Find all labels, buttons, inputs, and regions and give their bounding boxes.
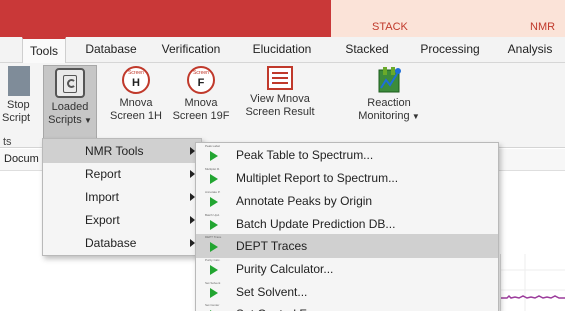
menu-item-export[interactable]: Export bbox=[43, 208, 201, 232]
view-mnova-screen-result-button[interactable]: View Mnova Screen Result bbox=[238, 66, 322, 119]
reaction-label-text: Monitoring bbox=[358, 110, 410, 122]
submenu-item-multiplet-report[interactable]: Multiplet R. Multiplet Report to Spectru… bbox=[196, 166, 498, 190]
tab-processing[interactable]: Processing bbox=[410, 37, 490, 63]
reaction-label-line2: Monitoring ▼ bbox=[350, 110, 428, 123]
mnova-screen-1h-button[interactable]: Screen H Mnova Screen 1H bbox=[108, 66, 164, 123]
screen-1h-icon-text: Screen bbox=[128, 70, 144, 76]
play-script-icon: DEPT Trace bbox=[204, 236, 224, 256]
stop-label-line2: Script bbox=[2, 112, 31, 124]
script-tag: Set Center bbox=[205, 303, 220, 307]
submenu-item-label: Batch Update Prediction DB... bbox=[236, 217, 396, 231]
tab-stacked[interactable]: Stacked bbox=[332, 37, 402, 63]
scroll-icon bbox=[55, 68, 85, 98]
loaded-scripts-menu: NMR Tools Report Import Export Database bbox=[42, 138, 202, 256]
submenu-item-label: DEPT Traces bbox=[236, 239, 308, 253]
play-script-icon: Purity Calc. bbox=[204, 259, 224, 279]
stop-label-line1: Stop bbox=[7, 99, 30, 111]
reaction-label-line1: Reaction bbox=[367, 97, 411, 109]
submenu-item-label: Annotate Peaks by Origin bbox=[236, 194, 373, 208]
submenu-item-set-solvent[interactable]: Set Solvent Set Solvent... bbox=[196, 280, 498, 304]
screen-1h-icon: Screen H bbox=[122, 66, 150, 94]
script-tag: Purity Calc. bbox=[205, 258, 221, 262]
submenu-item-batch-update[interactable]: Batch Upd. Batch Update Prediction DB... bbox=[196, 212, 498, 236]
stop-icon bbox=[8, 66, 30, 96]
menu-item-label: Import bbox=[85, 190, 120, 204]
screen-1h-icon-letter: H bbox=[132, 77, 140, 89]
loaded-scripts-button[interactable]: Loaded Scripts ▼ bbox=[43, 65, 97, 145]
mnova19f-label-line1: Mnova bbox=[184, 97, 218, 109]
tab-elucidation[interactable]: Elucidation bbox=[240, 37, 324, 63]
tab-database[interactable]: Database bbox=[78, 37, 144, 63]
script-tag: Set Solvent bbox=[205, 281, 221, 285]
loaded-label-line2: Scripts ▼ bbox=[44, 114, 96, 127]
mnova19f-label-line2: Screen 19F bbox=[172, 110, 230, 122]
tab-verification[interactable]: Verification bbox=[150, 37, 232, 63]
submenu-item-purity-calculator[interactable]: Purity Calc. Purity Calculator... bbox=[196, 257, 498, 281]
mnova-screen-19f-button[interactable]: Screen F Mnova Screen 19F bbox=[170, 66, 232, 123]
submenu-item-annotate-peaks[interactable]: Annotate P. Annotate Peaks by Origin bbox=[196, 189, 498, 213]
context-group-nmr: NMR bbox=[455, 0, 565, 37]
submenu-item-peak-table[interactable]: Peak Label Peak Table to Spectrum... bbox=[196, 143, 498, 167]
play-script-icon: Multiplet R. bbox=[204, 168, 224, 188]
menu-item-database[interactable]: Database bbox=[43, 231, 201, 255]
dropdown-caret-icon: ▼ bbox=[409, 112, 420, 121]
submenu-item-label: Purity Calculator... bbox=[236, 262, 334, 276]
play-script-icon: Set Solvent bbox=[204, 282, 224, 302]
context-group-stack: STACK bbox=[331, 0, 455, 37]
menu-item-label: Export bbox=[85, 213, 120, 227]
submenu-item-label: Set Solvent... bbox=[236, 285, 308, 299]
script-tag: Peak Label bbox=[205, 144, 221, 148]
play-script-icon: Set Center bbox=[204, 304, 224, 311]
reaction-monitoring-icon bbox=[374, 66, 404, 94]
screen-19f-icon-letter: F bbox=[197, 77, 205, 89]
loaded-label-line1: Loaded bbox=[51, 101, 89, 113]
dropdown-caret-icon: ▼ bbox=[81, 116, 92, 125]
menu-item-label: Report bbox=[85, 167, 122, 181]
mnova1h-label-line1: Mnova bbox=[119, 97, 153, 109]
screen-19f-icon: Screen F bbox=[187, 66, 215, 94]
loaded-label-text: Scripts bbox=[48, 114, 82, 126]
viewmnova-label-line2: Screen Result bbox=[245, 106, 315, 118]
ribbon-group-label: ts bbox=[3, 136, 12, 148]
context-label-stack: STACK bbox=[372, 21, 408, 33]
screen-19f-icon-text: Screen bbox=[193, 70, 209, 76]
tab-analysis[interactable]: Analysis bbox=[498, 37, 562, 63]
document-view-icon bbox=[267, 66, 293, 90]
menu-item-nmr-tools[interactable]: NMR Tools bbox=[43, 139, 201, 163]
reaction-monitoring-button[interactable]: Reaction Monitoring ▼ bbox=[350, 66, 428, 123]
menu-item-import[interactable]: Import bbox=[43, 185, 201, 209]
mnova1h-label-line2: Screen 1H bbox=[110, 110, 162, 122]
document-tab[interactable]: Docum bbox=[4, 153, 39, 165]
script-tag: Annotate P. bbox=[205, 190, 221, 194]
play-script-icon: Peak Label bbox=[204, 145, 224, 165]
spectrum-view bbox=[500, 254, 565, 311]
menu-item-label: Database bbox=[85, 236, 137, 250]
submenu-item-set-central-frequency[interactable]: Set Center Set Central Frequency... bbox=[196, 302, 498, 311]
viewmnova-label-line1: View Mnova bbox=[250, 93, 310, 105]
tab-tools[interactable]: Tools bbox=[22, 37, 66, 63]
stop-script-button[interactable]: Stop Script bbox=[0, 66, 40, 125]
nmr-tools-submenu: Peak Label Peak Table to Spectrum... Mul… bbox=[195, 142, 499, 311]
submenu-item-dept-traces[interactable]: DEPT Trace DEPT Traces bbox=[196, 234, 498, 258]
submenu-item-label: Peak Table to Spectrum... bbox=[236, 148, 374, 162]
play-script-icon: Batch Upd. bbox=[204, 214, 224, 234]
submenu-item-label: Set Central Frequency... bbox=[236, 302, 365, 311]
script-tag: Multiplet R. bbox=[205, 167, 221, 171]
submenu-item-label: Multiplet Report to Spectrum... bbox=[236, 171, 399, 185]
menu-item-report[interactable]: Report bbox=[43, 162, 201, 186]
play-script-icon: Annotate P. bbox=[204, 191, 224, 211]
menu-item-label: NMR Tools bbox=[85, 144, 144, 158]
script-tag: DEPT Trace bbox=[205, 235, 222, 239]
script-tag: Batch Upd. bbox=[205, 213, 220, 217]
context-label-nmr: NMR bbox=[530, 21, 556, 33]
